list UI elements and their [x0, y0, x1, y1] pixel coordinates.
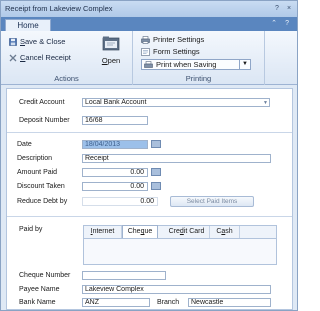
print-option-printer-icon [144, 60, 153, 68]
account-section: Credit Account Local Bank Account ▼ Depo… [7, 89, 292, 133]
credit-account-dropdown-icon[interactable]: ▼ [263, 99, 268, 106]
print-option-select[interactable]: Print when Saving ▼ [141, 59, 251, 70]
close-icon[interactable]: × [284, 4, 294, 13]
description-label: Description [17, 155, 53, 162]
ribbon-tab-strip: Home ⌃ ? [1, 17, 297, 31]
tab-internet-label: nternet [92, 228, 115, 235]
date-label: Date [17, 141, 32, 148]
details-section: Date 18/04/2013 Description Receipt Amou… [7, 133, 292, 217]
actions-group-label: Actions [54, 74, 79, 83]
ribbon-help-icon[interactable]: ? [285, 19, 289, 29]
tab-cash[interactable]: Cash [210, 226, 240, 238]
payment-tab-panel [84, 238, 276, 264]
cancel-label: ancel Receipt [25, 53, 71, 62]
description-field[interactable]: Receipt [82, 154, 271, 163]
printer-settings-button[interactable]: Printer Settings [141, 35, 204, 44]
form-settings-label: Form Settings [153, 47, 200, 56]
tab-cheque[interactable]: Cheque [122, 225, 158, 238]
deposit-number-label: Deposit Number [19, 117, 70, 124]
chevron-down-icon[interactable]: ▼ [239, 60, 250, 69]
tab-internet[interactable]: Internet [84, 226, 122, 238]
receipt-form: Credit Account Local Bank Account ▼ Depo… [6, 88, 293, 310]
reduce-debt-label: Reduce Debt by [17, 198, 68, 205]
cheque-number-field[interactable] [82, 271, 166, 280]
form-settings-icon [141, 47, 150, 56]
cancel-icon [9, 54, 17, 61]
payment-section: Paid by Internet Cheque Credit Card Cash… [7, 217, 292, 309]
payment-method-tabs: Internet Cheque Credit Card Cash [83, 225, 277, 265]
amount-paid-label: Amount Paid [17, 169, 58, 176]
save-close-label: ave & Close [25, 37, 66, 46]
tab-credit-card[interactable]: Credit Card [164, 226, 210, 238]
credit-account-label: Credit Account [19, 99, 65, 106]
tab-cheque-suffix: ue [144, 228, 153, 235]
credit-account-combo[interactable]: Local Bank Account ▼ [82, 98, 270, 107]
tab-home[interactable]: Home [5, 19, 51, 31]
ribbon: Save & Close Cancel Receipt Open Actions [1, 31, 297, 85]
help-icon[interactable]: ? [272, 4, 282, 13]
cheque-number-label: Cheque Number [19, 272, 71, 279]
printer-icon [141, 35, 150, 44]
calculator-icon[interactable] [151, 168, 161, 176]
deposit-number-field[interactable]: 16/68 [82, 116, 148, 125]
collapse-ribbon-icon[interactable]: ⌃ [271, 19, 277, 29]
calendar-icon[interactable] [151, 140, 161, 148]
tab-credit-card-suffix: it Card [183, 228, 205, 235]
printer-settings-label: Printer Settings [153, 35, 205, 44]
cancel-receipt-button[interactable]: Cancel Receipt [9, 53, 71, 62]
bank-name-label: Bank Name [19, 299, 56, 306]
payee-name-field[interactable]: Lakeview Complex [82, 285, 271, 294]
tab-credit-card-prefix: Cre [168, 228, 180, 235]
print-option-value: Print when Saving [156, 60, 217, 69]
credit-account-value: Local Bank Account [85, 99, 147, 106]
open-label: pen [107, 56, 121, 65]
discount-taken-label: Discount Taken [17, 183, 65, 190]
open-folder-icon [102, 36, 120, 51]
title-bar: Receipt from Lakeview Complex ? × [1, 1, 297, 17]
branch-field[interactable]: Newcastle [188, 298, 271, 307]
printing-group-label: Printing [185, 74, 212, 83]
save-icon [9, 37, 17, 46]
date-field[interactable]: 18/04/2013 [82, 140, 148, 149]
tab-cash-suffix: sh [225, 228, 233, 235]
paid-by-label: Paid by [19, 226, 43, 233]
select-paid-items-button[interactable]: Select Paid Items [170, 196, 254, 207]
bank-name-field[interactable]: ANZ [82, 298, 150, 307]
open-button[interactable]: Open [98, 35, 124, 65]
discount-taken-field[interactable]: 0.00 [82, 182, 148, 191]
reduce-debt-field: 0.00 [82, 197, 158, 206]
receipt-window: Receipt from Lakeview Complex ? × Home ⌃… [0, 0, 298, 311]
payee-name-label: Payee Name [19, 286, 60, 293]
amount-paid-field[interactable]: 0.00 [82, 168, 148, 177]
branch-label: Branch [157, 299, 180, 306]
form-settings-button[interactable]: Form Settings [141, 47, 200, 56]
actions-group: Save & Close Cancel Receipt Open Actions [1, 31, 133, 85]
tab-cheque-prefix: Che [127, 228, 141, 235]
discount-calculator-icon[interactable] [151, 182, 161, 190]
save-close-button[interactable]: Save & Close [9, 37, 65, 46]
window-title: Receipt from Lakeview Complex [5, 4, 113, 13]
